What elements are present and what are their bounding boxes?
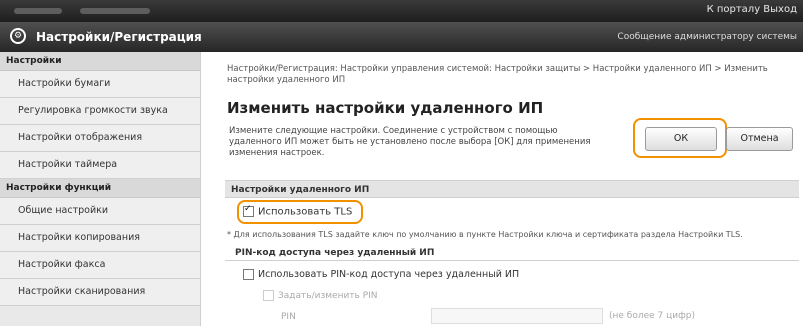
sidebar: Настройки Настройки бумаги Регулировка г…	[0, 52, 201, 326]
settings-icon: ⚙	[10, 28, 26, 44]
tls-note: * Для использования TLS задайте ключ по …	[227, 230, 743, 239]
use-tls-option[interactable]: Использовать TLS	[243, 204, 353, 218]
pin-hint: (не более 7 цифр)	[609, 311, 696, 321]
pin-set-label: Задать/изменить PIN	[278, 291, 378, 301]
use-tls-checkbox[interactable]	[243, 204, 254, 217]
blurred-text	[14, 8, 62, 14]
sidebar-section-settings: Настройки	[0, 52, 200, 71]
pin-set-checkbox	[263, 290, 274, 301]
app-title: Настройки/Регистрация	[36, 30, 202, 44]
sidebar-item-display[interactable]: Настройки отображения	[0, 125, 200, 152]
sidebar-item-volume[interactable]: Регулировка громкости звука	[0, 98, 200, 125]
pin-input	[431, 308, 603, 324]
browser-top-bar: К порталу Выход	[0, 0, 803, 22]
pin-use-option[interactable]: Использовать PIN-код доступа через удале…	[243, 269, 519, 280]
remote-ui-settings-header: Настройки удаленного ИП	[225, 180, 799, 198]
pin-section-header: PIN-код доступа через удаленный ИП	[225, 245, 799, 261]
page-title: Изменить настройки удаленного ИП	[227, 99, 544, 117]
cancel-button[interactable]: Отмена	[726, 127, 793, 151]
sidebar-section-functions: Настройки функций	[0, 179, 200, 198]
main-content: Настройки/Регистрация: Настройки управле…	[201, 52, 803, 326]
sidebar-item-paper[interactable]: Настройки бумаги	[0, 71, 200, 98]
portal-logout-links[interactable]: К порталу Выход	[707, 4, 797, 15]
blurred-text	[80, 8, 150, 14]
pin-set-option: Задать/изменить PIN	[263, 290, 378, 301]
page-description: Измените следующие настройки. Соединение…	[229, 126, 591, 158]
ok-button[interactable]: ОК	[645, 127, 717, 151]
sidebar-item-fax[interactable]: Настройки факса	[0, 252, 200, 279]
app-header: ⚙ Настройки/Регистрация Сообщение админи…	[0, 22, 803, 52]
use-tls-label: Использовать TLS	[258, 206, 353, 218]
sidebar-item-common[interactable]: Общие настройки	[0, 198, 200, 225]
sidebar-item-timer[interactable]: Настройки таймера	[0, 152, 200, 179]
sidebar-item-scan[interactable]: Настройки сканирования	[0, 279, 200, 306]
breadcrumb: Настройки/Регистрация: Настройки управле…	[227, 64, 768, 85]
message-admin-link[interactable]: Сообщение администратору системы	[617, 32, 797, 42]
pin-use-label: Использовать PIN-код доступа через удале…	[258, 269, 520, 280]
sidebar-item-copy[interactable]: Настройки копирования	[0, 225, 200, 252]
pin-field-label: PIN	[281, 312, 296, 322]
pin-use-checkbox[interactable]	[243, 269, 254, 280]
